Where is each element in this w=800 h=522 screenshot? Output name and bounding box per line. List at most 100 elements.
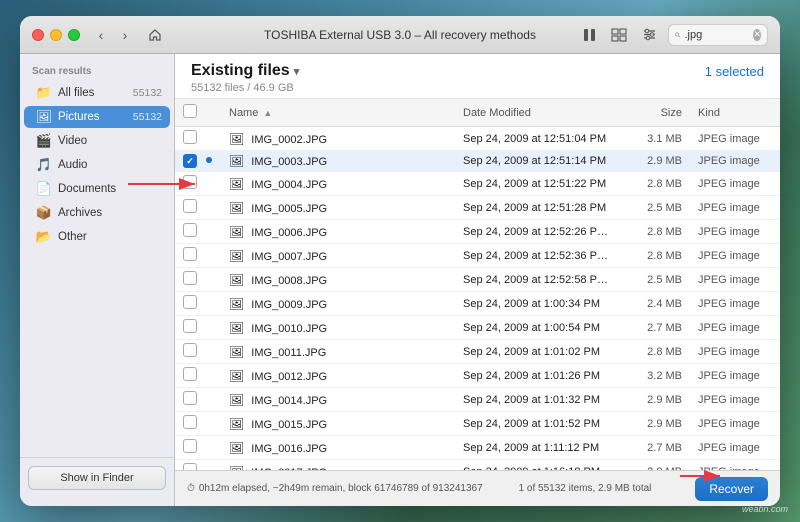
header-date-col[interactable]: Date Modified bbox=[455, 99, 630, 127]
table-row[interactable]: 🖼 IMG_0014.JPG Sep 24, 2009 at 1:01:32 P… bbox=[175, 388, 780, 412]
content-area: Existing files ▾ 1 selected 55132 files … bbox=[175, 54, 780, 506]
row-kind-cell: JPEG image bbox=[690, 196, 780, 220]
row-size-cell: 2.9 MB bbox=[630, 412, 690, 436]
file-checkbox[interactable] bbox=[183, 247, 197, 261]
row-kind-cell: JPEG image bbox=[690, 244, 780, 268]
file-type-icon: 🖼 bbox=[229, 369, 244, 383]
table-row[interactable]: 🖼 IMG_0008.JPG Sep 24, 2009 at 12:52:58 … bbox=[175, 268, 780, 292]
table-row[interactable]: 🖼 IMG_0003.JPG Sep 24, 2009 at 12:51:14 … bbox=[175, 151, 780, 172]
row-indicator-cell bbox=[205, 340, 221, 364]
close-button[interactable] bbox=[32, 29, 44, 41]
status-time: ⏱ 0h12m elapsed, ~2h49m remain, block 61… bbox=[187, 483, 483, 494]
window-title: TOSHIBA External USB 3.0 – All recovery … bbox=[264, 28, 536, 42]
view-options-icon[interactable] bbox=[608, 24, 630, 46]
sidebar-item-audio[interactable]: 🎵 Audio bbox=[24, 154, 170, 176]
row-name-cell: 🖼 IMG_0006.JPG bbox=[221, 220, 455, 244]
sidebar-bottom: Show in Finder bbox=[20, 457, 174, 498]
file-name: IMG_0011.JPG bbox=[251, 347, 326, 359]
table-row[interactable]: 🖼 IMG_0005.JPG Sep 24, 2009 at 12:51:28 … bbox=[175, 196, 780, 220]
file-table-container[interactable]: Name ▲ Date Modified Size Kind bbox=[175, 99, 780, 470]
settings-icon[interactable] bbox=[638, 24, 660, 46]
row-checkbox-cell bbox=[175, 127, 205, 151]
file-checkbox[interactable] bbox=[183, 415, 197, 429]
file-checkbox[interactable] bbox=[183, 367, 197, 381]
back-button[interactable]: ‹ bbox=[90, 24, 112, 46]
table-row[interactable]: 🖼 IMG_0004.JPG Sep 24, 2009 at 12:51:22 … bbox=[175, 172, 780, 196]
other-label: Other bbox=[58, 231, 162, 243]
file-checkbox[interactable] bbox=[183, 343, 197, 357]
file-checkbox[interactable] bbox=[183, 271, 197, 285]
row-date-cell: Sep 24, 2009 at 12:51:28 PM bbox=[455, 196, 630, 220]
pause-button[interactable] bbox=[578, 24, 600, 46]
file-type-icon: 🖼 bbox=[229, 154, 244, 168]
row-checkbox-cell bbox=[175, 388, 205, 412]
header-kind-col[interactable]: Kind bbox=[690, 99, 780, 127]
show-in-finder-button[interactable]: Show in Finder bbox=[28, 466, 166, 490]
file-checkbox[interactable] bbox=[183, 223, 197, 237]
minimize-button[interactable] bbox=[50, 29, 62, 41]
header-size-col[interactable]: Size bbox=[630, 99, 690, 127]
row-size-cell: 2.8 MB bbox=[630, 220, 690, 244]
title-dropdown-icon[interactable]: ▾ bbox=[294, 65, 300, 78]
row-date-cell: Sep 24, 2009 at 12:52:26 P… bbox=[455, 220, 630, 244]
file-name: IMG_0005.JPG bbox=[251, 203, 327, 215]
row-date-cell: Sep 24, 2009 at 1:11:12 PM bbox=[455, 436, 630, 460]
table-row[interactable]: 🖼 IMG_0015.JPG Sep 24, 2009 at 1:01:52 P… bbox=[175, 412, 780, 436]
sidebar-item-other[interactable]: 📂 Other bbox=[24, 226, 170, 248]
row-name-cell: 🖼 IMG_0004.JPG bbox=[221, 172, 455, 196]
table-row[interactable]: 🖼 IMG_0002.JPG Sep 24, 2009 at 12:51:04 … bbox=[175, 127, 780, 151]
file-type-icon: 🖼 bbox=[229, 249, 244, 263]
sidebar-item-all-files[interactable]: 📁 All files 55132 bbox=[24, 82, 170, 104]
sidebar-item-documents[interactable]: 📄 Documents bbox=[24, 178, 170, 200]
file-checkbox[interactable] bbox=[183, 319, 197, 333]
file-checkbox[interactable] bbox=[183, 154, 197, 168]
header-name-col[interactable]: Name ▲ bbox=[221, 99, 455, 127]
all-files-count: 55132 bbox=[133, 87, 162, 99]
row-size-cell: 2.8 MB bbox=[630, 244, 690, 268]
file-checkbox[interactable] bbox=[183, 175, 197, 189]
search-input[interactable] bbox=[684, 29, 749, 41]
pictures-count: 55132 bbox=[133, 111, 162, 123]
file-checkbox[interactable] bbox=[183, 463, 197, 470]
row-size-cell: 2.7 MB bbox=[630, 316, 690, 340]
row-name-cell: 🖼 IMG_0010.JPG bbox=[221, 316, 455, 340]
statusbar: ⏱ 0h12m elapsed, ~2h49m remain, block 61… bbox=[175, 470, 780, 506]
sidebar-item-video[interactable]: 🎬 Video bbox=[24, 130, 170, 152]
search-clear-button[interactable]: ✕ bbox=[753, 29, 761, 41]
table-row[interactable]: 🖼 IMG_0010.JPG Sep 24, 2009 at 1:00:54 P… bbox=[175, 316, 780, 340]
table-row[interactable]: 🖼 IMG_0007.JPG Sep 24, 2009 at 12:52:36 … bbox=[175, 244, 780, 268]
table-row[interactable]: 🖼 IMG_0009.JPG Sep 24, 2009 at 1:00:34 P… bbox=[175, 292, 780, 316]
row-size-cell: 2.9 MB bbox=[630, 460, 690, 471]
sidebar-item-pictures[interactable]: 🖼 Pictures 55132 bbox=[24, 106, 170, 128]
row-checkbox-cell bbox=[175, 268, 205, 292]
table-row[interactable]: 🖼 IMG_0012.JPG Sep 24, 2009 at 1:01:26 P… bbox=[175, 364, 780, 388]
file-table: Name ▲ Date Modified Size Kind bbox=[175, 99, 780, 470]
row-checkbox-cell bbox=[175, 244, 205, 268]
select-all-checkbox[interactable] bbox=[183, 104, 197, 118]
file-checkbox[interactable] bbox=[183, 295, 197, 309]
file-name: IMG_0015.JPG bbox=[251, 419, 327, 431]
table-row[interactable]: 🖼 IMG_0016.JPG Sep 24, 2009 at 1:11:12 P… bbox=[175, 436, 780, 460]
row-kind-cell: JPEG image bbox=[690, 292, 780, 316]
traffic-lights bbox=[32, 29, 80, 41]
home-button[interactable] bbox=[144, 24, 166, 46]
row-kind-cell: JPEG image bbox=[690, 412, 780, 436]
table-row[interactable]: 🖼 IMG_0017.JPG Sep 24, 2009 at 1:16:18 P… bbox=[175, 460, 780, 471]
file-table-body: 🖼 IMG_0002.JPG Sep 24, 2009 at 12:51:04 … bbox=[175, 127, 780, 471]
file-checkbox[interactable] bbox=[183, 439, 197, 453]
table-row[interactable]: 🖼 IMG_0006.JPG Sep 24, 2009 at 12:52:26 … bbox=[175, 220, 780, 244]
recover-button[interactable]: Recover bbox=[695, 477, 768, 501]
file-type-icon: 🖼 bbox=[229, 225, 244, 239]
table-row[interactable]: 🖼 IMG_0011.JPG Sep 24, 2009 at 1:01:02 P… bbox=[175, 340, 780, 364]
row-date-cell: Sep 24, 2009 at 12:52:36 P… bbox=[455, 244, 630, 268]
forward-button[interactable]: › bbox=[114, 24, 136, 46]
maximize-button[interactable] bbox=[68, 29, 80, 41]
file-checkbox[interactable] bbox=[183, 199, 197, 213]
all-files-icon: 📁 bbox=[36, 85, 52, 101]
sidebar-item-archives[interactable]: 📦 Archives bbox=[24, 202, 170, 224]
content-subtitle: 55132 files / 46.9 GB bbox=[191, 82, 764, 94]
file-checkbox[interactable] bbox=[183, 391, 197, 405]
header-indicator-col bbox=[205, 99, 221, 127]
row-size-cell: 2.5 MB bbox=[630, 196, 690, 220]
file-checkbox[interactable] bbox=[183, 130, 197, 144]
